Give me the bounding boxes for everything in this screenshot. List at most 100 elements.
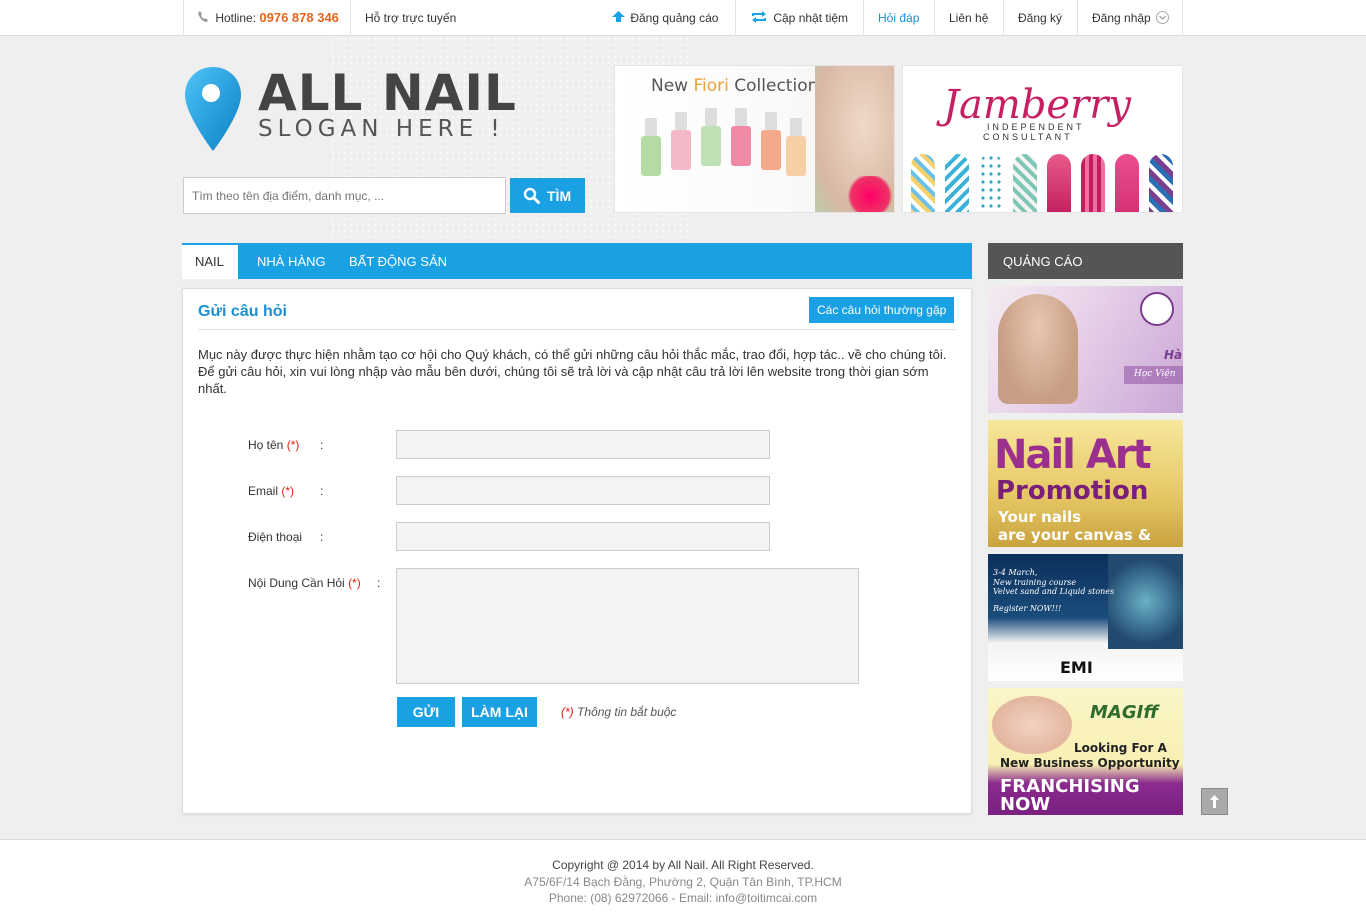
nail-wrap	[979, 154, 1003, 212]
nail-polish-bottle	[731, 126, 751, 166]
ad4-line1: Looking For A	[1074, 741, 1167, 755]
footer-address: A75/6F/14 Bạch Đằng, Phường 2, Quận Tân …	[524, 875, 842, 889]
nail-polish-bottle	[701, 126, 721, 166]
nail-polish-bottle	[641, 136, 661, 176]
divider	[198, 329, 957, 330]
banner1-title-fiori: Fiori	[693, 76, 729, 96]
nail-wrap	[1013, 154, 1037, 212]
contact-link[interactable]: Liên hệ	[934, 0, 1003, 36]
logo-slogan: SLOGAN HERE !	[258, 116, 505, 142]
banner2-sub1: INDEPENDENT	[987, 122, 1085, 132]
tab-nail[interactable]: NAIL	[182, 243, 238, 279]
ad3-line4: Register NOW!!!	[993, 604, 1062, 613]
email-label-text: Email	[248, 484, 279, 498]
banner1-title-collection: Collection	[728, 76, 819, 96]
kcp-logo	[1140, 292, 1174, 326]
ad3-line1: 3-4 March,	[993, 568, 1038, 577]
question-form-panel: Gửi câu hỏi Các câu hỏi thường gặp Mục n…	[182, 288, 972, 814]
ad-banner-kcp[interactable]: Hà Học Viện	[988, 286, 1183, 413]
hotline-number[interactable]: 0976 878 346	[259, 10, 339, 25]
ad2-line4: are your canvas &	[998, 526, 1152, 544]
nail-wrap	[945, 154, 969, 212]
phone-label-text: Điện thoại	[248, 530, 303, 544]
phone-label: Điện thoại	[248, 530, 302, 544]
name-label-text: Họ tên	[248, 438, 284, 452]
intro-paragraph-1: Mục này được thực hiện nhằm tạo cơ hội c…	[198, 347, 947, 362]
required-note-text: Thông tin bắt buộc	[577, 705, 677, 719]
banner2-sub2: CONSULTANT	[983, 132, 1073, 142]
flower-image	[845, 176, 894, 212]
search-icon	[523, 187, 540, 204]
ad-banner-magiff[interactable]: MAGIff Looking For A New Business Opport…	[988, 688, 1183, 815]
required-mark: (*)	[348, 576, 361, 590]
required-mark: (*)	[561, 705, 574, 719]
post-ad-link[interactable]: Đăng quảng cáo	[598, 0, 735, 36]
faq-link[interactable]: Hỏi đáp	[863, 0, 934, 36]
map-pin-icon	[185, 67, 241, 151]
content-label: Nội Dung Cần Hỏi (*)	[248, 576, 361, 590]
update-shop-label: Cập nhật tiệm	[773, 11, 849, 25]
question-content-field[interactable]	[396, 568, 859, 684]
logo-title[interactable]: ALL NAIL	[258, 64, 517, 122]
upload-icon	[612, 11, 625, 22]
footer-copyright: Copyright @ 2014 by All Nail. All Right …	[552, 858, 814, 872]
nail-image	[1108, 554, 1183, 649]
ad1-subtitle: Học Viện	[1134, 369, 1176, 379]
hands-image	[992, 696, 1072, 754]
bottle-cap	[705, 108, 717, 126]
banner-fiori-collection[interactable]: New Fiori Collection	[614, 65, 895, 213]
name-field[interactable]	[396, 430, 770, 459]
colon: :	[320, 530, 324, 544]
search-button[interactable]: TÌM	[510, 178, 585, 213]
post-ad-label: Đăng quảng cáo	[630, 11, 719, 25]
ad3-brand: EMI	[1060, 658, 1093, 677]
ad1-subtitle-bg: Học Viện	[1124, 366, 1183, 384]
footer: Copyright @ 2014 by All Nail. All Right …	[0, 839, 1366, 919]
register-link[interactable]: Đăng ký	[1003, 0, 1077, 36]
refresh-icon	[752, 11, 766, 23]
reset-button[interactable]: LÀM LẠI	[462, 697, 537, 727]
ad4-brand: MAGIff	[1090, 702, 1159, 723]
scroll-to-top-button[interactable]	[1201, 788, 1228, 815]
nail-wrap	[1047, 154, 1071, 212]
tab-real-estate[interactable]: BẤT ĐỘNG SẢN	[336, 243, 460, 279]
colon: :	[320, 484, 324, 498]
ad1-text: Hà	[1164, 348, 1183, 362]
nail-wrap	[911, 154, 935, 212]
page-title: Gửi câu hỏi	[198, 303, 287, 320]
ad-banner-emi[interactable]: 3-4 March, New training course Velvet sa…	[988, 554, 1183, 681]
colon: :	[320, 438, 324, 452]
required-mark: (*)	[281, 484, 295, 498]
faq-button[interactable]: Các câu hỏi thường gặp	[809, 297, 955, 323]
ad-banner-nail-art[interactable]: Nail Art Promotion Your nails are your c…	[988, 420, 1183, 547]
ads-heading: QUẢNG CÁO	[988, 243, 1183, 279]
top-bar: Hotline: 0976 878 346 Hỗ trợ trực tuyến …	[0, 0, 1366, 36]
bottle-cap	[765, 112, 777, 130]
intro-paragraph-2: Để gửi câu hỏi, xin vui lòng nhập vào mẫ…	[198, 364, 929, 396]
hotline: Hotline: 0976 878 346	[183, 0, 350, 36]
chevron-down-icon	[1156, 11, 1170, 24]
ad2-line1: Nail Art	[994, 432, 1152, 478]
email-label: Email (*)	[248, 484, 294, 498]
email-field[interactable]	[396, 476, 770, 505]
bottle-cap	[735, 108, 747, 126]
arrow-up-icon	[1210, 795, 1219, 808]
nail-polish-bottle	[761, 130, 781, 170]
send-button[interactable]: GỬI	[397, 697, 455, 727]
category-nav: NAIL NHÀ HÀNG BẤT ĐỘNG SẢN	[182, 243, 972, 279]
banner2-subtitle: INDEPENDENT CONSULTANT	[983, 122, 1085, 142]
phone-icon	[198, 11, 208, 22]
login-link[interactable]: Đăng nhập	[1077, 0, 1183, 36]
tab-restaurant[interactable]: NHÀ HÀNG	[244, 243, 339, 279]
ad4-line4: NOW	[1000, 794, 1051, 815]
phone-field[interactable]	[396, 522, 770, 551]
support-link[interactable]: Hỗ trợ trực tuyến	[350, 0, 475, 36]
banner1-title-new: New	[651, 76, 694, 96]
ad2-line3: Your nails	[998, 508, 1082, 526]
bottle-cap	[790, 118, 802, 136]
search-input[interactable]	[183, 177, 506, 214]
nail-wrap	[1081, 154, 1105, 212]
banner1-title: New Fiori Collection	[651, 76, 818, 96]
banner-jamberry[interactable]: Jamberry INDEPENDENT CONSULTANT	[902, 65, 1183, 213]
update-shop-link[interactable]: Cập nhật tiệm	[735, 0, 863, 36]
